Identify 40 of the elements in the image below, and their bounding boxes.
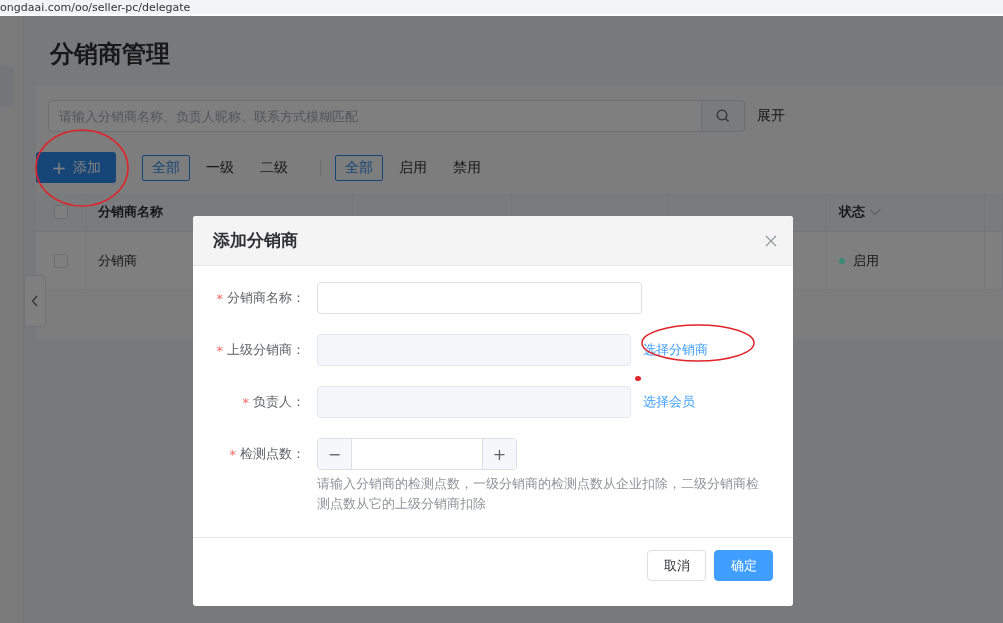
number-field[interactable] <box>351 439 483 469</box>
annotation-dot <box>635 376 641 381</box>
address-bar[interactable]: ongdaai.com/oo/seller-pc/delegate <box>0 0 1003 16</box>
input-field[interactable] <box>317 282 642 314</box>
required-mark: * <box>242 394 249 410</box>
column-header: 分销商名称 <box>98 203 163 221</box>
column-header: 状态 <box>839 203 865 221</box>
search-button[interactable] <box>702 100 745 132</box>
number-stepper[interactable]: − + <box>317 438 517 470</box>
add-button[interactable]: + 添加 <box>36 152 116 183</box>
increment-button[interactable]: + <box>483 439 516 469</box>
field-label: 负责人： <box>253 393 305 411</box>
table-cell: 分销商 <box>98 251 137 270</box>
field-hint: 请输入分销商的检测点数，一级分销商的检测点数从企业扣除，二级分销商检测点数从它的上级分销商扣除 <box>317 475 760 513</box>
required-mark: * <box>216 290 223 306</box>
decrement-button[interactable]: − <box>318 439 351 469</box>
status-filter[interactable]: 启用 <box>389 154 437 181</box>
level-filter[interactable]: 全部 <box>142 154 190 181</box>
level-filter[interactable]: 二级 <box>250 154 298 181</box>
level-filter[interactable]: 一级 <box>196 154 244 181</box>
required-mark: * <box>216 342 223 358</box>
confirm-button[interactable]: 确定 <box>714 550 773 581</box>
checkbox[interactable] <box>53 205 68 219</box>
cancel-button[interactable]: 取消 <box>647 550 706 581</box>
select-link[interactable]: 选择会员 <box>643 393 695 411</box>
chevron-down-icon[interactable] <box>869 208 881 216</box>
field-label: 上级分销商： <box>227 341 305 359</box>
collapse-tab[interactable] <box>24 275 46 327</box>
page-title: 分销商管理 <box>50 39 171 70</box>
search-icon <box>716 109 730 123</box>
dialog-title: 添加分销商 <box>213 229 298 252</box>
status-filter[interactable]: 全部 <box>335 154 383 181</box>
status-text: 启用 <box>853 251 879 270</box>
field-label: 分销商名称： <box>227 289 305 307</box>
required-mark: * <box>229 446 236 462</box>
chevron-left-icon <box>31 295 39 307</box>
expand-link[interactable]: 展开 <box>757 107 785 125</box>
close-icon[interactable] <box>765 234 777 247</box>
status-filter[interactable]: 禁用 <box>443 154 491 181</box>
field-label: 检测点数： <box>240 445 305 463</box>
